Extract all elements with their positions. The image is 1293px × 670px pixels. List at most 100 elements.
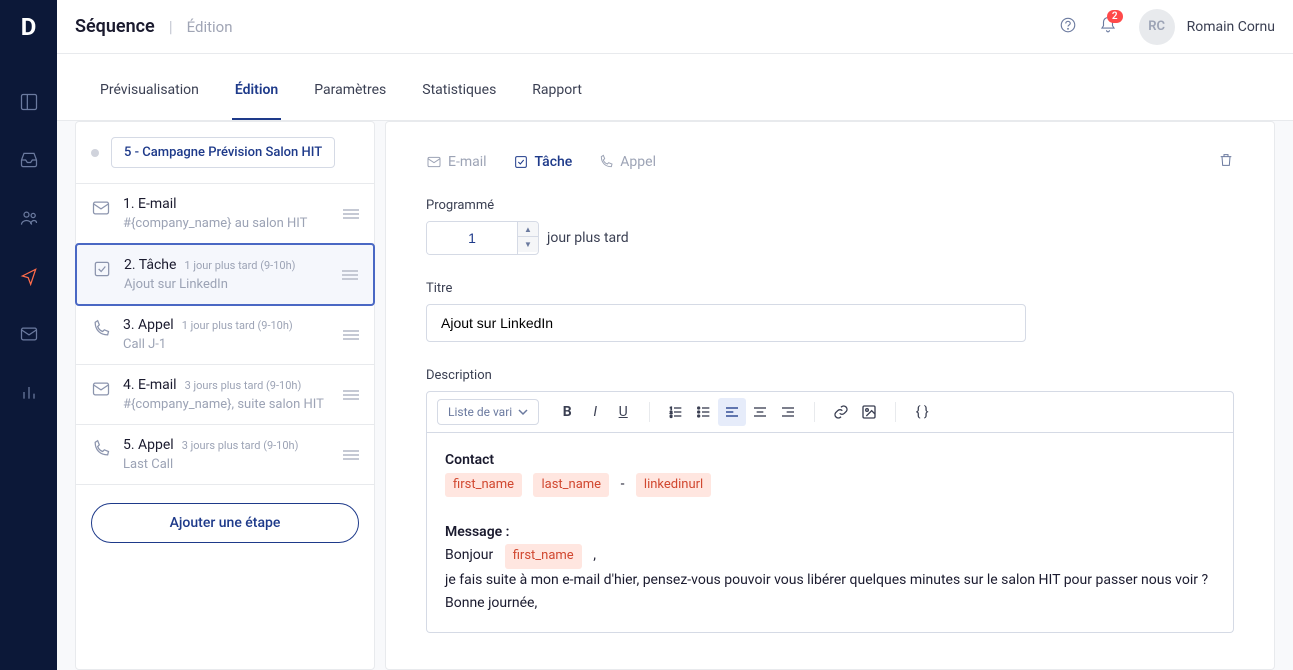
- step-item-5[interactable]: 5. Appel 3 jours plus tard (9-10h) Last C…: [76, 425, 374, 485]
- tab-report[interactable]: Rapport: [529, 62, 585, 120]
- rail-icon-send[interactable]: [19, 266, 39, 286]
- phone-icon: [91, 439, 111, 459]
- logo: D: [0, 0, 57, 54]
- drag-handle-icon[interactable]: [343, 330, 359, 340]
- campaign-header: 5 - Campagne Prévision Salon HIT: [76, 122, 374, 184]
- tab-edition[interactable]: Édition: [232, 62, 281, 120]
- step-subtitle: Last Call: [123, 457, 331, 472]
- step-meta: 3 jours plus tard (9-10h): [185, 379, 302, 392]
- step-title: 4. E-mail: [123, 377, 177, 393]
- step-title: 5. Appel: [123, 437, 174, 453]
- bold-button[interactable]: B: [553, 398, 581, 426]
- align-left-button[interactable]: [718, 398, 746, 426]
- var-chip-lastname: last_name: [533, 473, 609, 497]
- main-tabs: Prévisualisation Édition Paramètres Stat…: [57, 62, 1293, 121]
- step-meta: 1 jour plus tard (9-10h): [182, 319, 293, 332]
- step-subtitle: Ajout sur LinkedIn: [124, 277, 330, 292]
- variable-dropdown[interactable]: Liste de vari: [437, 399, 539, 425]
- step-subtitle: #{company_name} au salon HIT: [123, 216, 331, 231]
- step-item-4[interactable]: 4. E-mail 3 jours plus tard (9-10h) #{com…: [76, 365, 374, 425]
- rail-icon-stats[interactable]: [19, 382, 39, 402]
- title-label: Titre: [426, 281, 1234, 296]
- rail-icon-inbox[interactable]: [19, 150, 39, 170]
- bell-icon[interactable]: 2: [1099, 16, 1117, 38]
- breadcrumb: Séquence | Édition: [75, 16, 233, 37]
- align-center-button[interactable]: [746, 398, 774, 426]
- align-right-button[interactable]: [774, 398, 802, 426]
- editor-toolbar: Liste de vari B I U 123: [426, 391, 1234, 433]
- step-item-2[interactable]: 2. Tâche 1 jour plus tard (9-10h) Ajout s…: [75, 243, 375, 306]
- mail-icon: [91, 379, 111, 399]
- breadcrumb-title: Séquence: [75, 16, 155, 37]
- type-tab-task[interactable]: Tâche: [513, 154, 573, 170]
- drag-handle-icon[interactable]: [343, 450, 359, 460]
- step-title: 1. E-mail: [123, 196, 177, 212]
- help-icon[interactable]: [1059, 16, 1077, 38]
- tab-preview[interactable]: Prévisualisation: [97, 62, 202, 120]
- greeting-text: Bonjour: [445, 547, 493, 563]
- ordered-list-button[interactable]: 123: [662, 398, 690, 426]
- phone-icon: [91, 319, 111, 339]
- step-title: 2. Tâche: [124, 257, 176, 273]
- image-button[interactable]: [855, 398, 883, 426]
- drag-handle-icon[interactable]: [343, 209, 359, 219]
- notification-badge: 2: [1107, 10, 1123, 23]
- var-chip-linkedin: linkedinurl: [636, 473, 711, 497]
- topbar: Séquence | Édition 2 RC Romain Cornu: [57, 0, 1293, 54]
- rail-icon-mail[interactable]: [19, 324, 39, 344]
- title-input[interactable]: [426, 304, 1026, 342]
- type-tab-label: Tâche: [535, 154, 573, 170]
- scheduled-label: Programmé: [426, 198, 1234, 213]
- tab-stats[interactable]: Statistiques: [419, 62, 499, 120]
- step-type-tabs: E-mail Tâche Appel: [426, 152, 1234, 172]
- contact-heading: Contact: [445, 452, 494, 468]
- svg-text:3: 3: [670, 413, 672, 418]
- side-rail: D: [0, 0, 57, 670]
- message-heading: Message :: [445, 524, 510, 540]
- add-step-button[interactable]: Ajouter une étape: [91, 503, 359, 543]
- dash-text: -: [621, 476, 625, 492]
- body-line-3: Bonne journée,: [445, 592, 1215, 616]
- rail-icon-layout[interactable]: [19, 92, 39, 112]
- body-line-2: je fais suite à mon e-mail d'hier, pense…: [445, 569, 1215, 593]
- breadcrumb-sep: |: [169, 17, 173, 36]
- scheduled-input[interactable]: [427, 222, 517, 254]
- step-meta: 1 jour plus tard (9-10h): [184, 259, 295, 272]
- stepper-up[interactable]: ▲: [518, 222, 538, 237]
- comma-text: ,: [593, 547, 596, 563]
- tab-params[interactable]: Paramètres: [311, 62, 389, 120]
- rail-icon-people[interactable]: [19, 208, 39, 228]
- step-item-3[interactable]: 3. Appel1 jour plus tard (9-10h) Call J-…: [76, 305, 374, 365]
- drag-handle-icon[interactable]: [343, 390, 359, 400]
- link-button[interactable]: [827, 398, 855, 426]
- underline-button[interactable]: U: [609, 398, 637, 426]
- mail-icon: [91, 198, 111, 218]
- description-label: Description: [426, 368, 1234, 383]
- step-item-1[interactable]: 1. E-mail #{company_name} au salon HIT: [76, 184, 374, 244]
- unordered-list-button[interactable]: [690, 398, 718, 426]
- italic-button[interactable]: I: [581, 398, 609, 426]
- user-menu[interactable]: RC Romain Cornu: [1139, 9, 1275, 45]
- type-tab-email[interactable]: E-mail: [426, 154, 487, 170]
- code-button[interactable]: { }: [908, 398, 936, 426]
- step-meta: 3 jours plus tard (9-10h): [182, 439, 299, 452]
- user-name: Romain Cornu: [1187, 19, 1275, 35]
- step-title: 3. Appel: [123, 317, 174, 333]
- type-tab-label: Appel: [620, 154, 656, 170]
- type-tab-call[interactable]: Appel: [598, 154, 656, 170]
- drag-handle-icon[interactable]: [342, 270, 358, 280]
- breadcrumb-sub: Édition: [187, 18, 233, 36]
- var-chip-firstname: first_name: [445, 473, 522, 497]
- status-dot: [91, 149, 99, 157]
- delete-step-button[interactable]: [1218, 152, 1234, 172]
- var-chip-firstname2: first_name: [505, 544, 582, 568]
- stepper-down[interactable]: ▼: [518, 237, 538, 252]
- editor-content[interactable]: Contact first_name last_name - linkedinu…: [426, 433, 1234, 633]
- task-icon: [92, 259, 112, 279]
- step-subtitle: #{company_name}, suite salon HIT: [123, 397, 331, 412]
- scheduled-input-wrap: ▲ ▼: [426, 221, 539, 255]
- campaign-chip[interactable]: 5 - Campagne Prévision Salon HIT: [111, 137, 335, 168]
- chevron-down-icon: [518, 407, 528, 417]
- editor-panel: E-mail Tâche Appel Programmé: [385, 121, 1275, 670]
- scheduled-suffix: jour plus tard: [547, 230, 629, 246]
